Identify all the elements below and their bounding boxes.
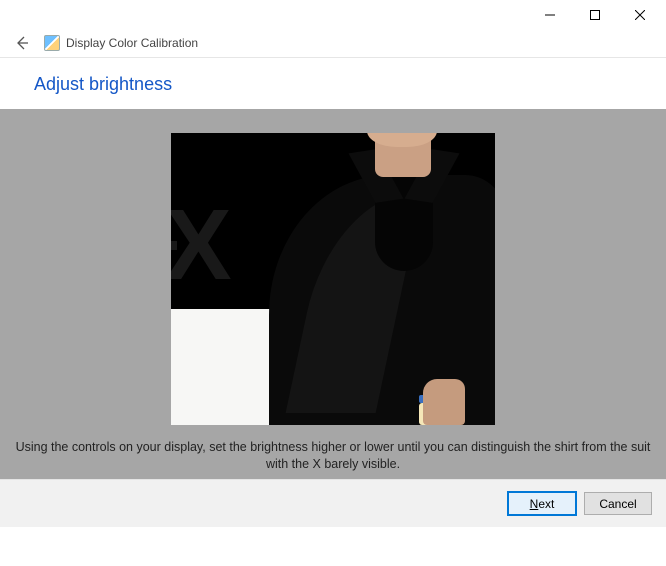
footer-bar: Next Cancel: [0, 479, 666, 527]
header-bar: Display Color Calibration: [0, 30, 666, 58]
maximize-button[interactable]: [572, 1, 617, 29]
window-title: Display Color Calibration: [66, 36, 198, 50]
back-button[interactable]: [10, 31, 34, 55]
hand: [423, 379, 465, 425]
app-icon: [44, 35, 60, 51]
next-button[interactable]: Next: [508, 492, 576, 515]
page-heading: Adjust brightness: [0, 58, 666, 109]
x-mark: X: [171, 195, 226, 295]
minimize-button[interactable]: [527, 1, 572, 29]
cancel-button[interactable]: Cancel: [584, 492, 652, 515]
window-titlebar: [0, 0, 666, 30]
instruction-text: Using the controls on your display, set …: [0, 439, 666, 473]
reference-image: X: [171, 133, 495, 425]
calibration-stage: X Using the controls on your display, se…: [0, 109, 666, 479]
close-button[interactable]: [617, 1, 662, 29]
